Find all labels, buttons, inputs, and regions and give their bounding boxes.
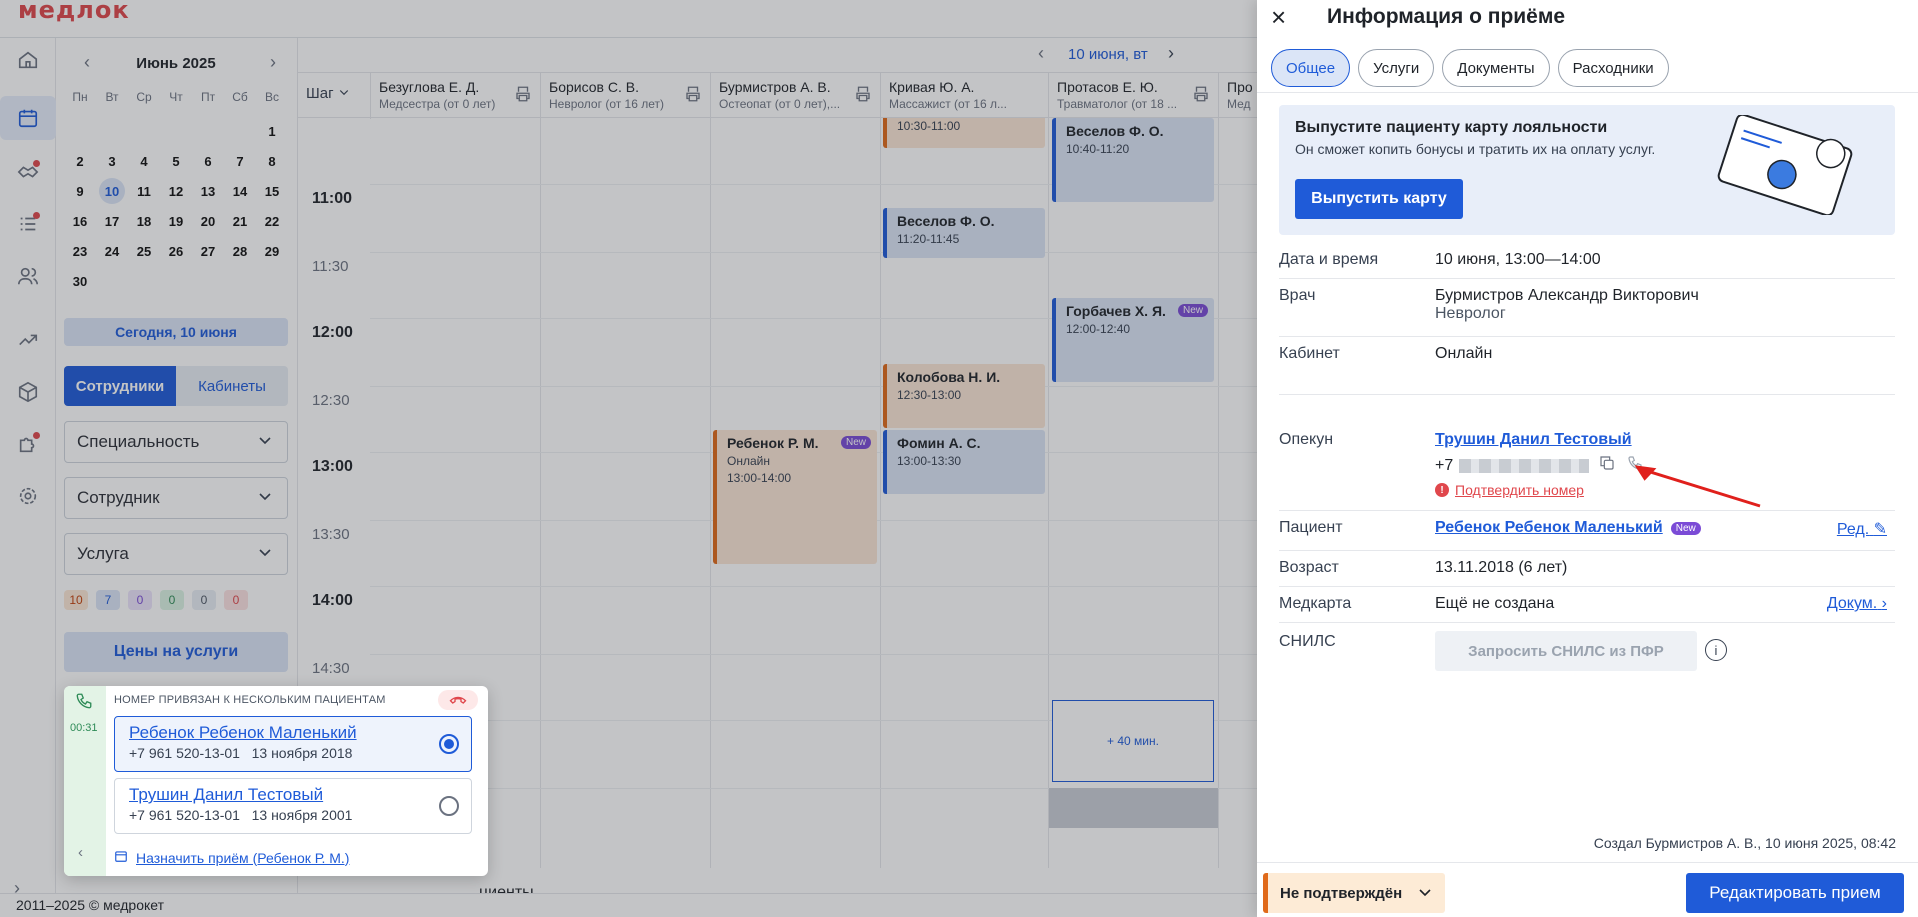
guardian-name-link[interactable]: Трушин Данил Тестовый — [1435, 431, 1643, 449]
tab-services[interactable]: Услуги — [1358, 49, 1435, 87]
call-patient-details: +7 961 520-13-01 13 ноября 2018 — [129, 745, 457, 761]
call-patient-phone: +7 961 520-13-01 — [129, 807, 240, 823]
radio-selected[interactable] — [439, 734, 459, 754]
field-label: Кабинет — [1279, 345, 1340, 362]
created-by: Создал Бурмистров А. В., 10 июня 2025, 0… — [1593, 835, 1896, 851]
call-patient-name[interactable]: Трушин Данил Тестовый — [129, 785, 457, 805]
field-medcard: Медкарта Ещё не создана Докум. › — [1279, 587, 1895, 623]
copy-icon[interactable] — [1599, 455, 1615, 476]
call-sidebar: 00:31 ‹ — [64, 686, 106, 876]
call-patient-phone: +7 961 520-13-01 — [129, 745, 240, 761]
field-doctor: Врач Бурмистров Александр Викторович Невр… — [1279, 279, 1895, 337]
field-value: Онлайн — [1435, 345, 1493, 362]
field-value: Ещё не создана — [1435, 595, 1555, 612]
call-patient-dob: 13 ноября 2001 — [251, 807, 353, 823]
confirm-number-link[interactable]: Подтвердить номер — [1455, 482, 1584, 498]
issue-card-button[interactable]: Выпустить карту — [1295, 179, 1463, 219]
guardian-phone: +7 — [1435, 455, 1643, 476]
field-label: Медкарта — [1279, 595, 1352, 612]
field-patient: Пациент Ребенок Ребенок Маленький New Ред… — [1279, 511, 1895, 551]
drawer-content: Выпустите пациенту карту лояльности Он с… — [1257, 92, 1918, 862]
chevron-left-icon[interactable]: ‹ — [78, 844, 83, 861]
edit-appointment-button[interactable]: Редактировать прием — [1686, 873, 1904, 913]
patient-name-link[interactable]: Ребенок Ребенок Маленький — [1435, 519, 1663, 537]
call-patient-option[interactable]: Трушин Данил Тестовый +7 961 520-13-01 1… — [114, 778, 472, 834]
calendar-small-icon — [114, 849, 128, 866]
status-select[interactable]: Не подтверждён — [1263, 873, 1445, 913]
field-value: 10 июня, 13:00—14:00 — [1435, 251, 1601, 268]
annotation-arrow — [1634, 465, 1761, 508]
tab-general[interactable]: Общее — [1271, 49, 1351, 87]
phone-prefix: +7 — [1435, 456, 1454, 474]
field-label: СНИЛС — [1279, 633, 1336, 650]
drawer-title: Информация о приёме — [1327, 5, 1566, 28]
phone-icon — [75, 692, 93, 714]
doctor-specialty: Невролог — [1435, 305, 1506, 322]
call-patient-details: +7 961 520-13-01 13 ноября 2001 — [129, 807, 457, 823]
radio-unselected[interactable] — [439, 796, 459, 816]
app-root: медлок › Июнь 2025 ‹ › Пн Вт Ср Чт Пт Сб Вс 1 2 3… — [0, 0, 1918, 917]
edit-label: Ред. — [1836, 521, 1870, 538]
field-value: Ребенок Ребенок Маленький New — [1435, 519, 1701, 537]
incoming-call-popup: 00:31 ‹ НОМЕР ПРИВЯЗАН К НЕСКОЛЬКИМ ПАЦИ… — [64, 686, 488, 876]
field-label: Дата и время — [1279, 251, 1379, 268]
field-value: Бурмистров Александр Викторович Невролог — [1435, 287, 1699, 323]
field-value: 13.11.2018 (6 лет) — [1435, 559, 1568, 576]
documents-label: Докум. — [1826, 595, 1878, 612]
drawer-tabs: Общее Услуги Документы Расходники — [1271, 49, 1669, 87]
field-label: Опекун — [1279, 431, 1334, 448]
field-age: Возраст 13.11.2018 (6 лет) — [1279, 551, 1895, 587]
field-datetime: Дата и время 10 июня, 13:00—14:00 — [1279, 243, 1895, 279]
edit-patient-link[interactable]: Ред. ✎ — [1837, 519, 1887, 539]
call-header: НОМЕР ПРИВЯЗАН К НЕСКОЛЬКИМ ПАЦИЕНТАМ — [114, 694, 386, 706]
call-timer: 00:31 — [70, 722, 98, 734]
loyalty-banner: Выпустите пациенту карту лояльности Он с… — [1279, 105, 1895, 235]
appointment-drawer: × Информация о приёме Общее Услуги Докум… — [1257, 0, 1918, 917]
pencil-icon: ✎ — [1873, 521, 1887, 538]
documents-link[interactable]: Докум. › — [1827, 595, 1887, 613]
loyalty-card-icon — [1717, 115, 1853, 215]
call-patient-name[interactable]: Ребенок Ребенок Маленький — [129, 723, 457, 743]
loyalty-subtitle: Он сможет копить бонусы и тратить их на … — [1295, 141, 1656, 157]
info-icon[interactable]: i — [1705, 639, 1727, 661]
field-snils: СНИЛС Запросить СНИЛС из ПФР i — [1279, 631, 1895, 679]
new-badge: New — [1670, 521, 1701, 535]
call-patient-option[interactable]: Ребенок Ребенок Маленький +7 961 520-13-… — [114, 716, 472, 772]
field-room: Кабинет Онлайн — [1279, 337, 1895, 395]
drawer-footer: Не подтверждён Редактировать прием — [1257, 862, 1918, 917]
field-guardian: Опекун Трушин Данил Тестовый +7 ! Подтвер… — [1279, 423, 1895, 511]
status-label: Не подтверждён — [1280, 884, 1403, 902]
request-snils-button[interactable]: Запросить СНИЛС из ПФР — [1435, 631, 1697, 671]
alert-icon: ! — [1435, 483, 1449, 497]
confirm-number-warning: ! Подтвердить номер — [1435, 482, 1643, 498]
field-label: Возраст — [1279, 559, 1339, 576]
call-patient-dob: 13 ноября 2018 — [251, 745, 353, 761]
doctor-fullname: Бурмистров Александр Викторович — [1435, 287, 1699, 304]
chevron-down-icon — [1417, 884, 1433, 904]
hang-up-icon[interactable] — [438, 690, 478, 710]
chevron-right-icon: › — [1881, 595, 1887, 612]
close-icon[interactable]: × — [1271, 4, 1286, 30]
field-label: Врач — [1279, 287, 1316, 304]
assign-appointment-link[interactable]: Назначить приём (Ребенок Р. М.) — [114, 849, 349, 866]
loyalty-title: Выпустите пациенту карту лояльности — [1295, 119, 1608, 136]
field-value: Трушин Данил Тестовый +7 ! Подтвердить но… — [1435, 431, 1643, 498]
phone-redacted — [1459, 458, 1590, 473]
tab-documents[interactable]: Документы — [1442, 49, 1550, 87]
tab-consumables[interactable]: Расходники — [1557, 49, 1669, 87]
field-label: Пациент — [1279, 519, 1343, 536]
assign-appointment-label: Назначить приём (Ребенок Р. М.) — [136, 849, 350, 866]
